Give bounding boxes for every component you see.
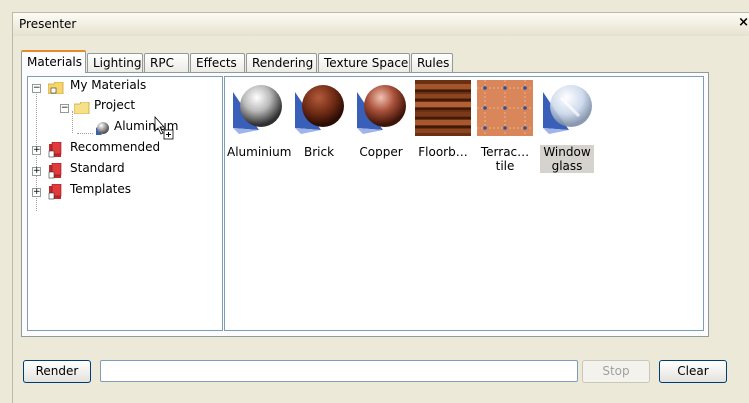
sphere-icon [96,122,109,135]
clear-button[interactable]: Clear [659,360,727,383]
book-icon [48,163,62,179]
book-icon [48,142,62,158]
tree-label: My Materials [70,78,147,92]
material-tree[interactable]: − My Materials − Project Aluminium + Rec… [27,76,223,331]
presenter-panel: Materials Lighting RPC Effects Rendering… [12,36,749,403]
terracotta-tile-texture-icon [477,80,533,136]
expand-icon[interactable]: + [32,188,41,197]
material-window-glass[interactable]: Window glass [537,80,597,173]
tree-label: Recommended [70,140,161,154]
material-aluminium[interactable]: Aluminium [227,80,292,159]
material-label: Floorb… [418,145,468,159]
tree-label: Templates [70,182,132,196]
brick-sphere-icon [295,85,344,134]
tab-effects[interactable]: Effects [190,53,245,72]
material-label: Copper [359,145,403,159]
tab-rules[interactable]: Rules [411,53,453,72]
material-terracotta-tile[interactable]: Terrac… tile [475,80,535,173]
tree-label: Project [94,98,136,112]
book-icon [48,184,62,200]
tab-rendering[interactable]: Rendering [246,53,317,72]
bottom-bar: Render Stop Clear [13,356,749,386]
stop-button[interactable]: Stop [582,360,650,383]
collapse-icon[interactable]: − [60,104,69,113]
tab-materials[interactable]: Materials [21,50,86,73]
tree-label: Standard [70,161,125,175]
window-title: Presenter [19,17,77,31]
material-brick[interactable]: Brick [289,80,349,159]
floorboard-texture-icon [415,80,471,136]
expand-icon[interactable]: + [32,167,41,176]
material-label: Aluminium [227,145,292,159]
copper-sphere-icon [357,85,406,134]
material-label: Brick [303,145,335,159]
folder-icon [48,82,64,94]
tab-rpc[interactable]: RPC [144,53,189,72]
tab-texture-space[interactable]: Texture Space [318,53,410,72]
expand-icon[interactable]: + [32,146,41,155]
material-copper[interactable]: Copper [351,80,411,159]
render-progress-field [100,360,578,382]
aluminium-sphere-icon [233,85,282,134]
tab-lighting[interactable]: Lighting [87,53,143,72]
render-button[interactable]: Render [23,360,91,383]
material-floorboard[interactable]: Floorb… [413,80,473,159]
materials-tab-body: − My Materials − Project Aluminium + Rec… [21,72,709,337]
window-titlebar: Presenter × [12,12,749,36]
collapse-icon[interactable]: − [32,84,41,93]
material-label: Terrac… tile [480,145,530,173]
folder-icon [74,102,90,114]
material-grid: Aluminium Brick Copper Floorb… Terrac… t… [224,76,704,331]
glass-sphere-icon [543,85,592,134]
material-label: Window glass [540,145,594,173]
close-icon[interactable]: × [738,15,749,30]
